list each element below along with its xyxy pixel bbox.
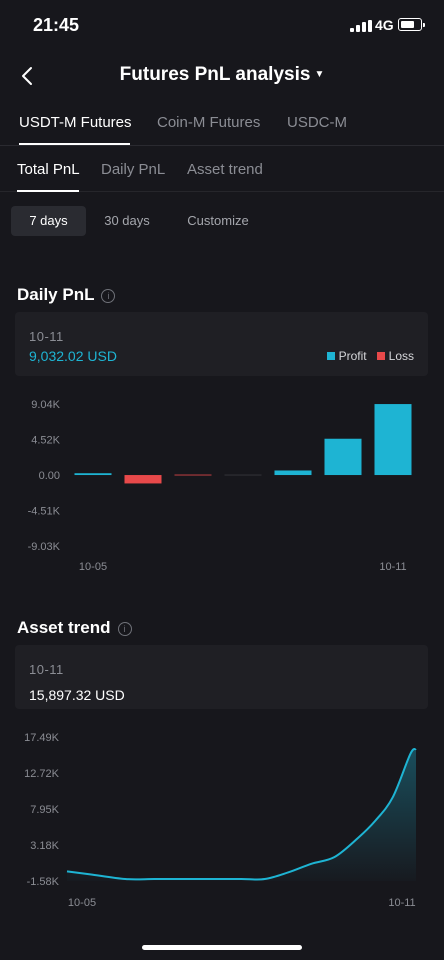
tab-daily-pnl[interactable]: Daily PnL [101,161,165,178]
network-type: 4G [375,17,394,33]
futures-type-tabs: USDT-M Futures Coin-M Futures USDC-M [0,108,444,146]
y-tick-label: -9.03K [28,541,61,553]
y-tick-label: 0.00 [39,470,60,482]
asset-trend-title: Asset trend [17,618,111,637]
daily-pnl-value: 9,032.02 USD [29,348,117,364]
loss-swatch [376,352,385,360]
asset-trend-value: 15,897.32 USD [29,687,125,703]
daily-pnl-card: 10-11 9,032.02 USD Profit Loss [15,312,428,376]
range-30-days-button[interactable]: 30 days [92,206,162,236]
daily-pnl-chart[interactable]: 9.04K 4.52K 0.00 -4.51K -9.03K 10-05 10-11 [0,388,444,580]
tab-total-pnl[interactable]: Total PnL [17,161,80,178]
info-icon[interactable]: i [101,289,116,303]
profit-swatch [326,352,335,360]
asset-trend-heading: Asset trend i [17,618,132,638]
asset-trend-date: 10-11 [29,662,64,677]
tab-asset-trend[interactable]: Asset trend [187,161,263,178]
y-tick-label: 4.52K [31,435,60,447]
home-indicator[interactable] [142,945,302,950]
asset-area-fill [67,748,416,881]
y-tick-label: 9.04K [31,399,60,411]
daily-pnl-heading: Daily PnL i [17,285,116,305]
legend-profit-label: Profit [338,349,367,363]
chart-legend: Profit Loss [317,349,414,363]
active-subtab-indicator [17,190,79,192]
page-title: Futures PnL analysis [119,64,311,85]
y-tick-label: 7.95K [30,804,59,816]
x-tick-label: 10-05 [68,897,96,909]
x-tick-label: 10-11 [379,561,406,573]
pnl-bar [74,473,112,476]
legend-loss: Loss [376,349,414,363]
x-tick-label: 10-05 [79,561,107,573]
y-tick-label: -1.58K [27,876,60,888]
y-tick-label: 17.49K [24,732,60,744]
info-icon[interactable]: i [117,622,132,636]
status-time: 21:45 [33,15,80,35]
tab-usdc-m[interactable]: USDC-M [287,114,347,131]
tab-coin-m-futures[interactable]: Coin-M Futures [157,114,260,131]
caret-down-icon: ▼ [314,69,325,80]
pnl-bar [124,475,162,484]
legend-profit: Profit [326,349,367,363]
signal-icon [350,20,372,32]
pnl-bar [374,404,412,476]
asset-trend-chart[interactable]: 17.49K 12.72K 7.95K 3.18K -1.58K 10-05 10-11 [0,720,444,916]
y-tick-label: 3.18K [30,840,59,852]
y-tick-label: -4.51K [28,506,61,518]
status-bar: 21:45 4G [0,0,444,52]
tab-usdt-m-futures[interactable]: USDT-M Futures [19,114,132,131]
active-tab-indicator [19,143,130,145]
nav-header: Futures PnL analysis ▼ [0,52,444,100]
daily-pnl-title: Daily PnL [17,285,95,304]
range-customize-button[interactable]: Customize [172,206,264,236]
analysis-tabs: Total PnL Daily PnL Asset trend [0,152,444,192]
pnl-bar [274,470,312,476]
x-tick-label: 10-11 [388,897,415,909]
battery-icon [398,18,425,31]
legend-loss-label: Loss [388,349,414,363]
daily-pnl-date: 10-11 [29,329,64,344]
range-7-days-button[interactable]: 7 days [11,206,86,236]
pnl-bar [174,474,212,476]
pnl-bar [324,438,362,476]
y-tick-label: 12.72K [24,768,60,780]
asset-trend-card: 10-11 15,897.32 USD [15,645,428,709]
date-range-selector: 7 days 30 days Customize [0,206,444,236]
title-dropdown[interactable]: Futures PnL analysis ▼ [0,64,444,86]
pnl-bar [224,474,262,476]
